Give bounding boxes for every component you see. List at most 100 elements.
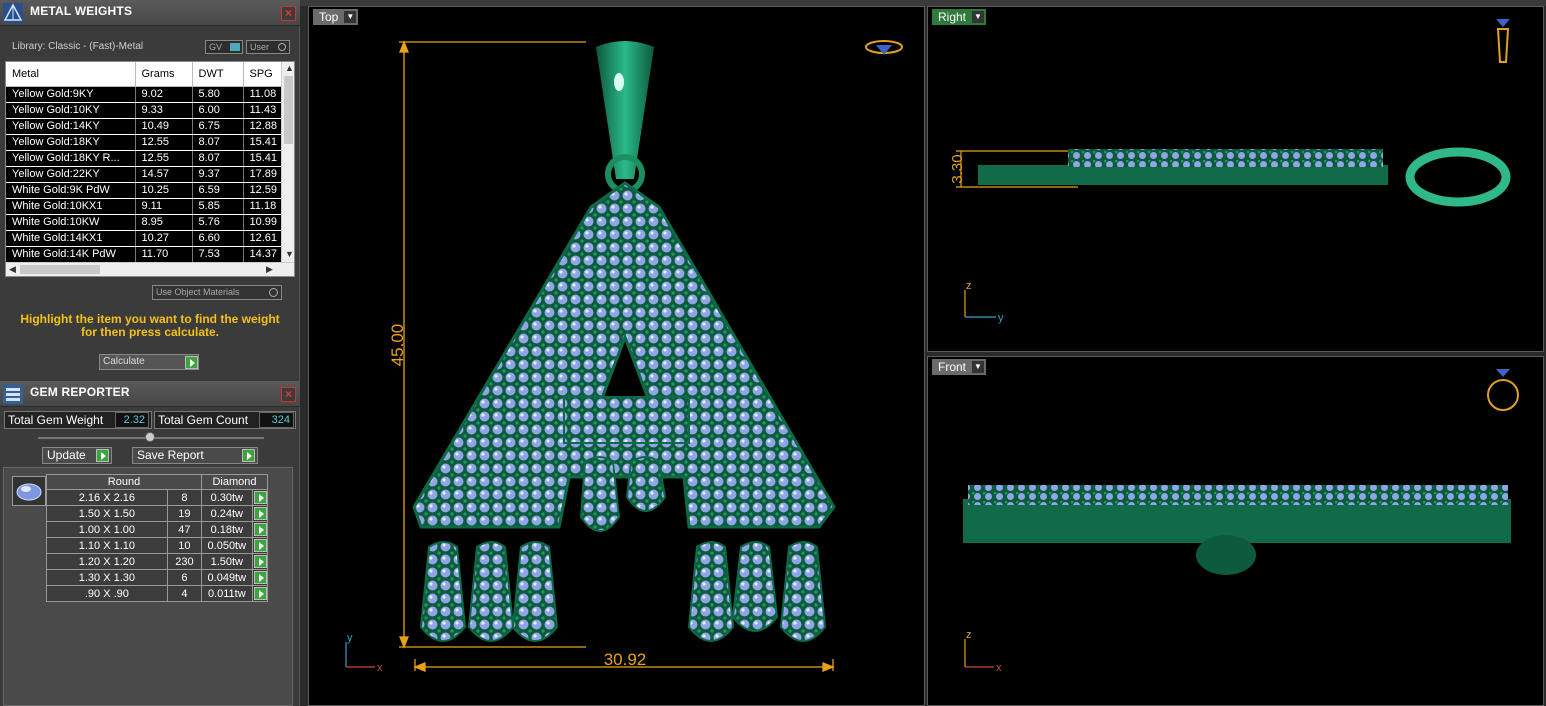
metal-cell[interactable]: 11.18 [243,198,284,215]
metal-cell[interactable]: 12.88 [243,118,284,135]
metal-cell[interactable]: 11.43 [243,102,284,119]
right-viewport[interactable]: Right ▼ 3.30 z y [927,6,1544,352]
metal-cell[interactable]: 8.07 [192,150,244,167]
right-view-cube-icon[interactable] [1496,19,1510,63]
metal-row[interactable]: White Gold:9K PdW 10.25 6.59 12.59 [6,182,284,199]
scroll-up-icon[interactable]: ▲ [285,63,294,73]
metal-cell[interactable]: 9.02 [135,86,193,103]
metal-cell[interactable]: 9.33 [135,102,193,119]
metal-cell[interactable]: White Gold:9K PdW [6,182,136,199]
round-gem-thumbnail[interactable] [12,476,46,506]
gem-row[interactable]: 1.50 X 1.50 19 0.24tw [46,505,269,522]
metal-cell[interactable]: 17.89 [243,166,284,183]
gem-row-action[interactable] [251,585,269,602]
metal-cell[interactable]: 10.27 [135,230,193,247]
gem-row-action[interactable] [251,521,269,538]
update-play-icon[interactable] [96,449,109,462]
metal-cell[interactable]: 14.57 [135,166,193,183]
metal-table-vertical-scrollbar[interactable]: ▲ ▼ [281,62,294,262]
metal-cell[interactable]: 15.41 [243,150,284,167]
column-header-grams[interactable]: Grams [135,62,193,87]
calculate-button[interactable]: Calculate [99,354,199,370]
metal-cell[interactable]: 6.00 [192,102,244,119]
gem-slider-knob[interactable] [145,432,155,442]
metal-row[interactable]: Yellow Gold:10KY 9.33 6.00 11.43 [6,102,284,119]
gem-reporter-close-button[interactable]: × [281,387,296,402]
use-object-materials-toggle[interactable]: Use Object Materials [152,285,282,300]
scroll-right-icon[interactable]: ▶ [266,264,273,275]
gem-row-play-icon[interactable] [253,571,267,584]
metal-cell[interactable]: Yellow Gold:18KY [6,134,136,151]
gem-row[interactable]: 1.20 X 1.20 230 1.50tw [46,553,269,570]
metal-row[interactable]: White Gold:10KX1 9.11 5.85 11.18 [6,198,284,215]
metal-cell[interactable]: Yellow Gold:9KY [6,86,136,103]
metal-cell[interactable]: 7.53 [192,246,244,263]
metal-cell[interactable]: 12.55 [135,134,193,151]
use-object-materials-radio[interactable] [269,288,278,297]
metal-cell[interactable]: 11.70 [135,246,193,263]
metal-row[interactable]: Yellow Gold:22KY 14.57 9.37 17.89 [6,166,284,183]
metal-cell[interactable]: 12.61 [243,230,284,247]
top-view-cube-icon[interactable] [865,40,903,55]
metal-row[interactable]: White Gold:14K PdW 11.70 7.53 14.37 [6,246,284,263]
gem-row-play-icon[interactable] [253,523,267,536]
gv-toggle[interactable]: GV [205,40,243,54]
gem-row-play-icon[interactable] [253,507,267,520]
metal-cell[interactable]: 6.60 [192,230,244,247]
metal-row[interactable]: White Gold:14KX1 10.27 6.60 12.61 [6,230,284,247]
user-toggle[interactable]: User [246,40,290,54]
vertical-scroll-thumb[interactable] [284,76,293,144]
gem-row-action[interactable] [251,569,269,586]
metal-cell[interactable]: White Gold:14K PdW [6,246,136,263]
metal-cell[interactable]: 14.37 [243,246,284,263]
gem-row-action[interactable] [251,489,269,506]
user-radio[interactable] [278,43,286,51]
metal-row[interactable]: Yellow Gold:18KY R... 12.55 8.07 15.41 [6,150,284,167]
column-header-spg[interactable]: SPG [243,62,284,87]
gem-row-play-icon[interactable] [253,491,267,504]
gem-row-play-icon[interactable] [253,539,267,552]
column-header-dwt[interactable]: DWT [192,62,244,87]
gem-row[interactable]: 2.16 X 2.16 8 0.30tw [46,489,269,506]
metal-cell[interactable]: White Gold:14KX1 [6,230,136,247]
metal-cell[interactable]: Yellow Gold:14KY [6,118,136,135]
metal-cell[interactable]: 12.55 [135,150,193,167]
metal-row[interactable]: White Gold:10KW 8.95 5.76 10.99 [6,214,284,231]
metal-row[interactable]: Yellow Gold:18KY 12.55 8.07 15.41 [6,134,284,151]
metal-row[interactable]: Yellow Gold:14KY 10.49 6.75 12.88 [6,118,284,135]
gem-row-action[interactable] [251,553,269,570]
metal-cell[interactable]: Yellow Gold:10KY [6,102,136,119]
calculate-play-icon[interactable] [185,356,198,369]
gem-row-action[interactable] [251,537,269,554]
metal-row[interactable]: Yellow Gold:9KY 9.02 5.80 11.08 [6,86,284,103]
top-viewport[interactable]: Top ▼ 45.00 30.92 y x [308,6,925,706]
horizontal-scroll-thumb[interactable] [20,265,100,274]
save-report-button[interactable]: Save Report [132,447,258,464]
metal-cell[interactable]: Yellow Gold:18KY R... [6,150,136,167]
save-report-play-icon[interactable] [242,449,255,462]
metal-cell[interactable]: 5.80 [192,86,244,103]
front-view-cube-icon[interactable] [1487,369,1519,411]
metal-cell[interactable]: 5.76 [192,214,244,231]
metal-cell[interactable]: 8.95 [135,214,193,231]
scroll-down-icon[interactable]: ▼ [285,249,294,259]
metal-cell[interactable]: 6.59 [192,182,244,199]
gem-row-play-icon[interactable] [253,555,267,568]
metal-cell[interactable]: 6.75 [192,118,244,135]
gem-row[interactable]: .90 X .90 4 0.011tw [46,585,269,602]
metal-cell[interactable]: 9.37 [192,166,244,183]
metal-cell[interactable]: White Gold:10KW [6,214,136,231]
metal-cell[interactable]: 10.25 [135,182,193,199]
metal-table-horizontal-scrollbar[interactable]: ◀ ▶ [6,262,294,276]
metal-cell[interactable]: 5.85 [192,198,244,215]
update-button[interactable]: Update [42,447,112,464]
front-viewport[interactable]: Front ▼ z x [927,356,1544,706]
gem-row[interactable]: 1.00 X 1.00 47 0.18tw [46,521,269,538]
metal-cell[interactable]: Yellow Gold:22KY [6,166,136,183]
metal-cell[interactable]: White Gold:10KX1 [6,198,136,215]
gem-row-action[interactable] [251,505,269,522]
gem-row[interactable]: 1.10 X 1.10 10 0.050tw [46,537,269,554]
scroll-left-icon[interactable]: ◀ [9,264,16,275]
metal-cell[interactable]: 10.99 [243,214,284,231]
metal-cell[interactable]: 8.07 [192,134,244,151]
